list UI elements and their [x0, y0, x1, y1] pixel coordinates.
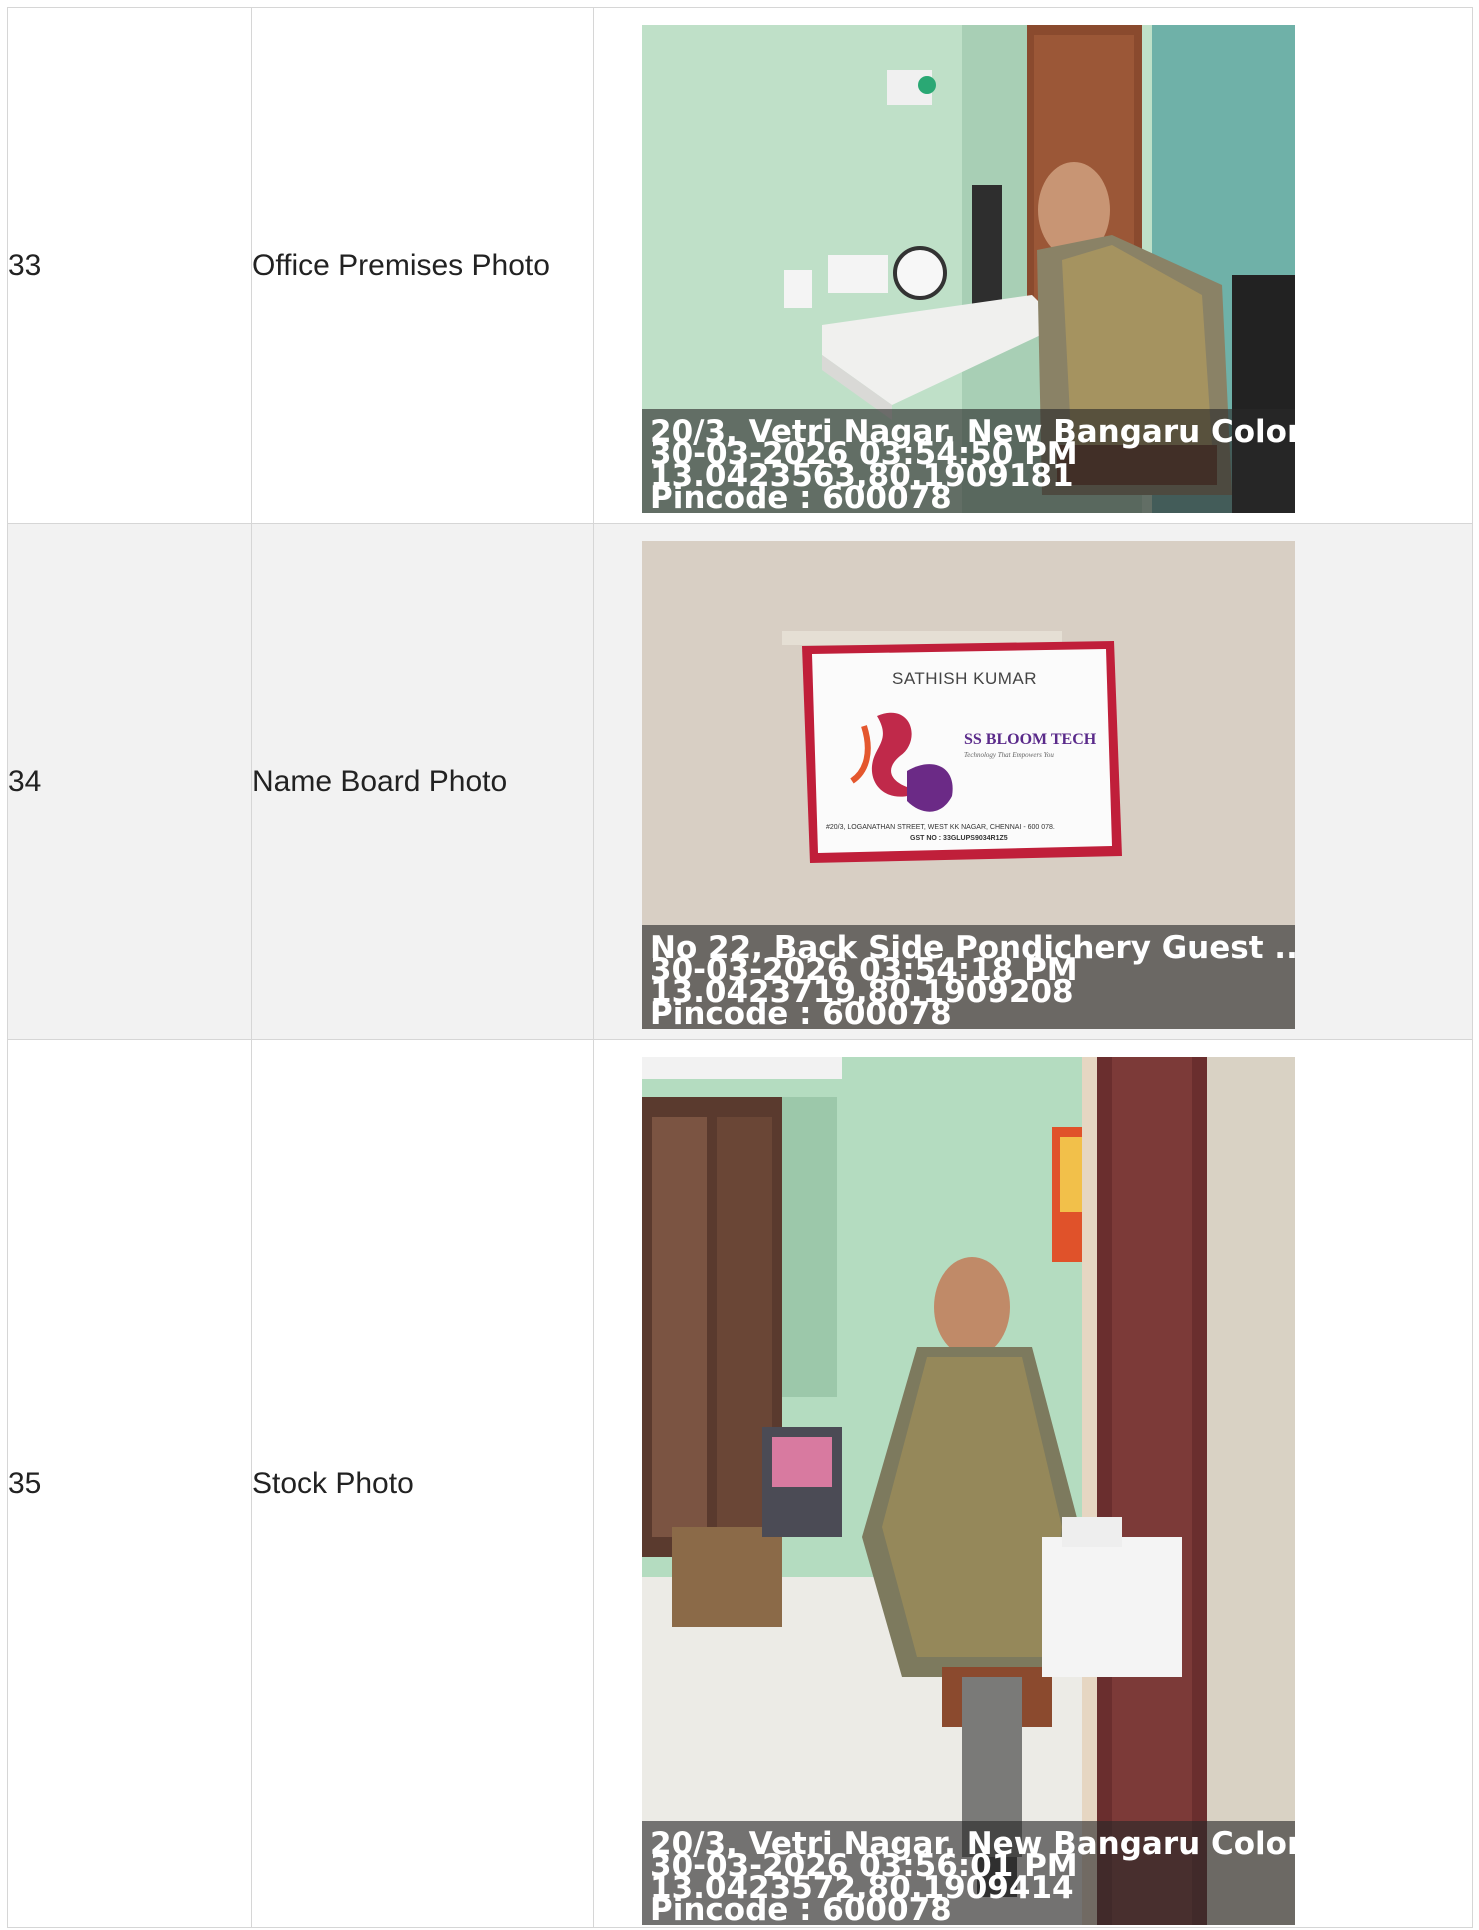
name-board-photo: SATHISH KUMAR SS BLOOM TECH Technology T…: [642, 541, 1295, 1029]
photo-geotag-overlay: 20/3, Vetri Nagar, New Bangaru Colony, .…: [642, 1821, 1295, 1925]
row-label: Name Board Photo: [251, 523, 594, 1040]
table-row: 35 Stock Photo 20/3, Vetri Nagar, New Ba…: [7, 1039, 1473, 1928]
photo-geotag-overlay: No 22, Back Side Pondichery Guest ... 30…: [642, 925, 1295, 1029]
row-number: 33: [7, 7, 252, 524]
row-label: Office Premises Photo: [251, 7, 594, 524]
board-address: #20/3, LOGANATHAN STREET, WEST KK NAGAR,…: [826, 824, 1055, 831]
photo-cell: SATHISH KUMAR SS BLOOM TECH Technology T…: [593, 523, 1473, 1040]
row-label: Stock Photo: [251, 1039, 594, 1928]
table-row: 33 Office Premises Photo 20/3, Vetri Nag…: [7, 7, 1473, 524]
photo-cell: 20/3, Vetri Nagar, New Bangaru Colony, .…: [593, 7, 1473, 524]
stock-photo: 20/3, Vetri Nagar, New Bangaru Colony, .…: [642, 1057, 1295, 1925]
table-row: 34 Name Board Photo SATHISH KUMAR SS BLO…: [7, 523, 1473, 1040]
stock-image: [642, 1057, 1295, 1925]
board-gst: GST NO : 33GLUPS9034R1Z5: [910, 835, 1008, 842]
photo-geotag-overlay: 20/3, Vetri Nagar, New Bangaru Colony, .…: [642, 409, 1295, 513]
board-brand: SS BLOOM TECH: [964, 731, 1097, 748]
row-number: 34: [7, 523, 252, 1040]
photo-cell: 20/3, Vetri Nagar, New Bangaru Colony, .…: [593, 1039, 1473, 1928]
board-name: SATHISH KUMAR: [892, 669, 1038, 688]
board-tagline: Technology That Empowers You: [964, 751, 1054, 759]
row-number: 35: [7, 1039, 252, 1928]
office-premises-photo: 20/3, Vetri Nagar, New Bangaru Colony, .…: [642, 25, 1295, 513]
photo-report-table: 33 Office Premises Photo 20/3, Vetri Nag…: [7, 7, 1473, 1928]
